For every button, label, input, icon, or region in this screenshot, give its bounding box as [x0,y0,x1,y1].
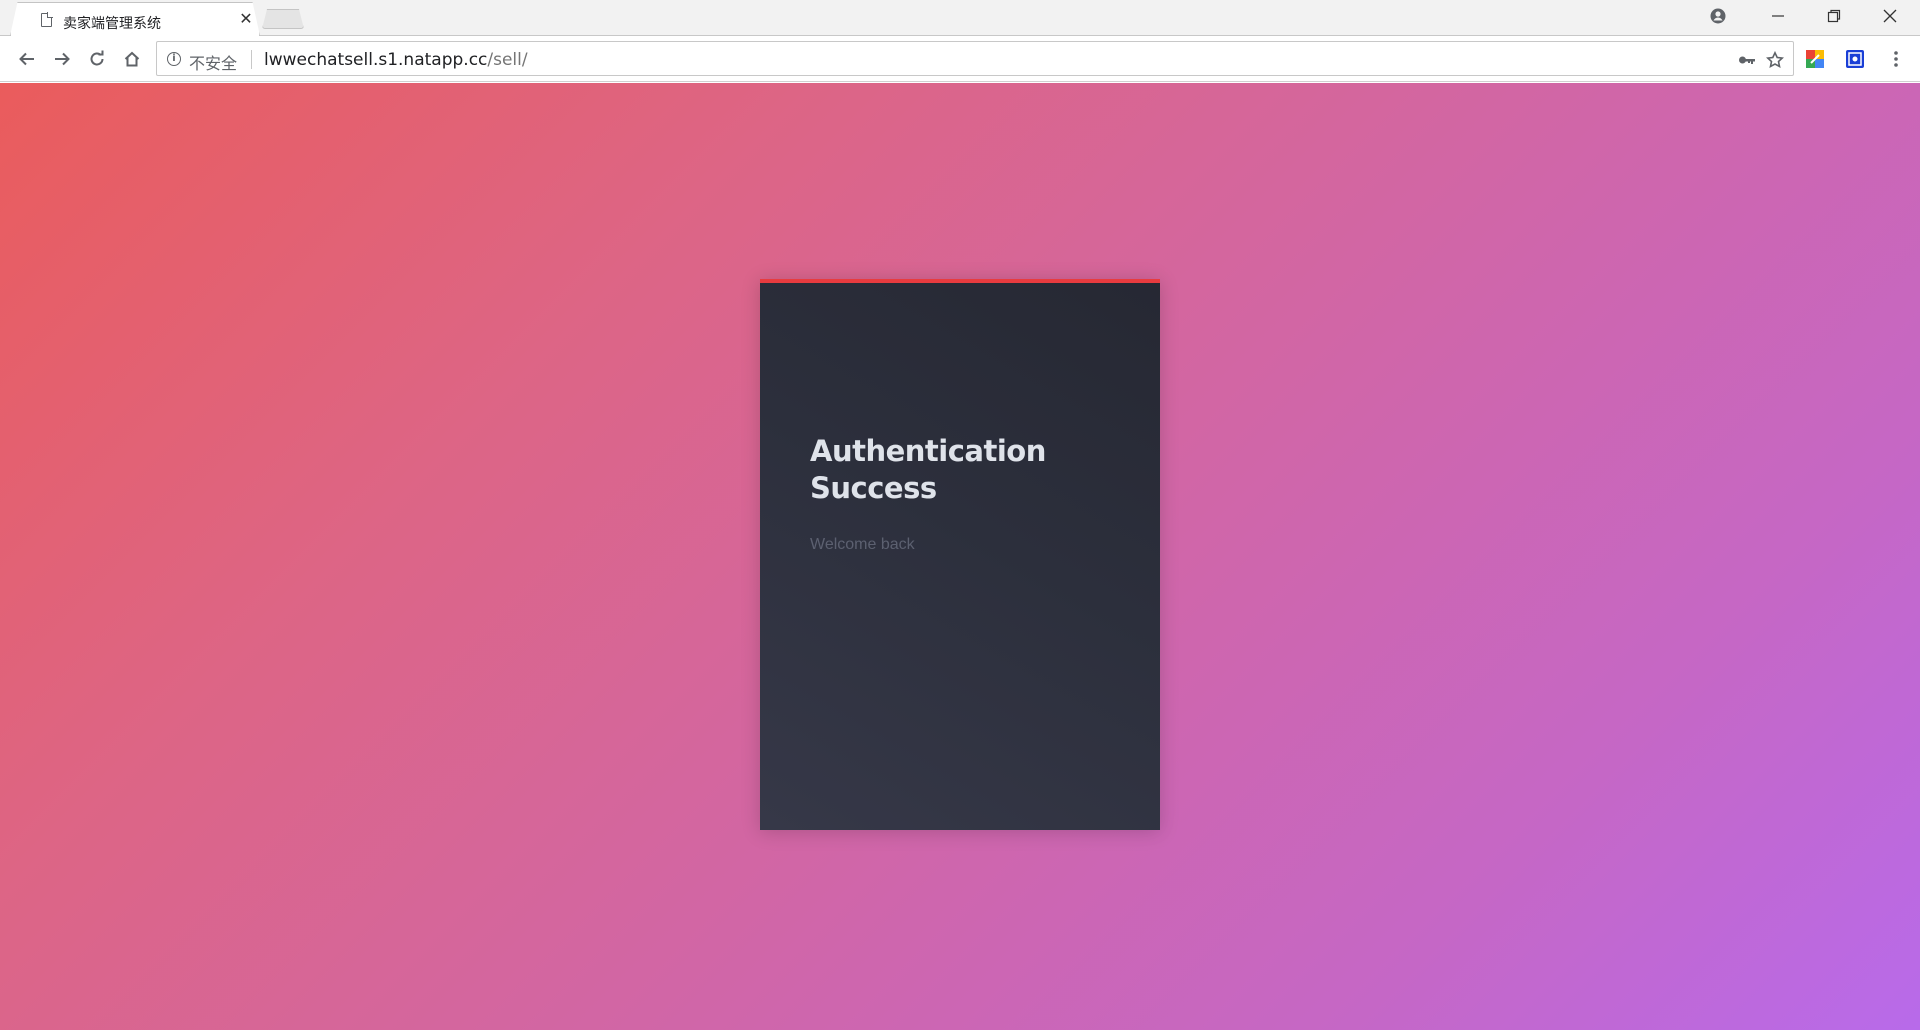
security-label[interactable]: 不安全 [189,50,237,74]
reload-button[interactable] [83,45,111,73]
tab-close-icon[interactable]: ✕ [237,11,255,29]
forward-button[interactable] [48,45,76,73]
new-tab-button[interactable] [262,9,304,29]
home-button[interactable] [118,45,146,73]
url-path: /sell/ [487,50,528,70]
menu-dots-icon[interactable] [1886,49,1906,69]
browser-toolbar: i 不安全 lwwechatsell.s1.natapp.cc/sell/ [0,36,1920,82]
active-tab[interactable]: 卖家端管理系统 ✕ [10,2,260,36]
reload-icon [90,50,104,66]
home-icon [124,51,140,67]
extension-icon-2[interactable] [1845,49,1865,69]
back-button[interactable] [13,45,41,73]
info-icon[interactable]: i [167,52,181,66]
forward-arrow-icon [55,52,70,66]
close-window-button[interactable] [1862,0,1918,32]
card-subtitle: Welcome back [810,536,915,553]
url-host: lwwechatsell.s1.natapp.cc [264,50,488,70]
url-text[interactable]: lwwechatsell.s1.natapp.cc/sell/ [264,50,528,70]
page-icon [41,12,53,27]
page-viewport: Authentication Success Welcome back [0,83,1920,1030]
omnibox-divider [251,50,252,69]
profile-icon[interactable] [1690,0,1746,32]
tab-title: 卖家端管理系统 [63,16,161,32]
star-icon[interactable] [1765,50,1785,70]
minimize-button[interactable] [1750,0,1806,32]
tab-strip: 卖家端管理系统 ✕ [0,0,1920,36]
back-arrow-icon [19,52,34,66]
auth-card: Authentication Success Welcome back [760,279,1160,830]
address-bar[interactable]: i 不安全 lwwechatsell.s1.natapp.cc/sell/ [156,41,1794,76]
card-title: Authentication Success [810,434,1046,505]
restore-button[interactable] [1806,0,1862,32]
extension-icon[interactable] [1805,49,1825,69]
key-icon[interactable] [1737,50,1757,70]
